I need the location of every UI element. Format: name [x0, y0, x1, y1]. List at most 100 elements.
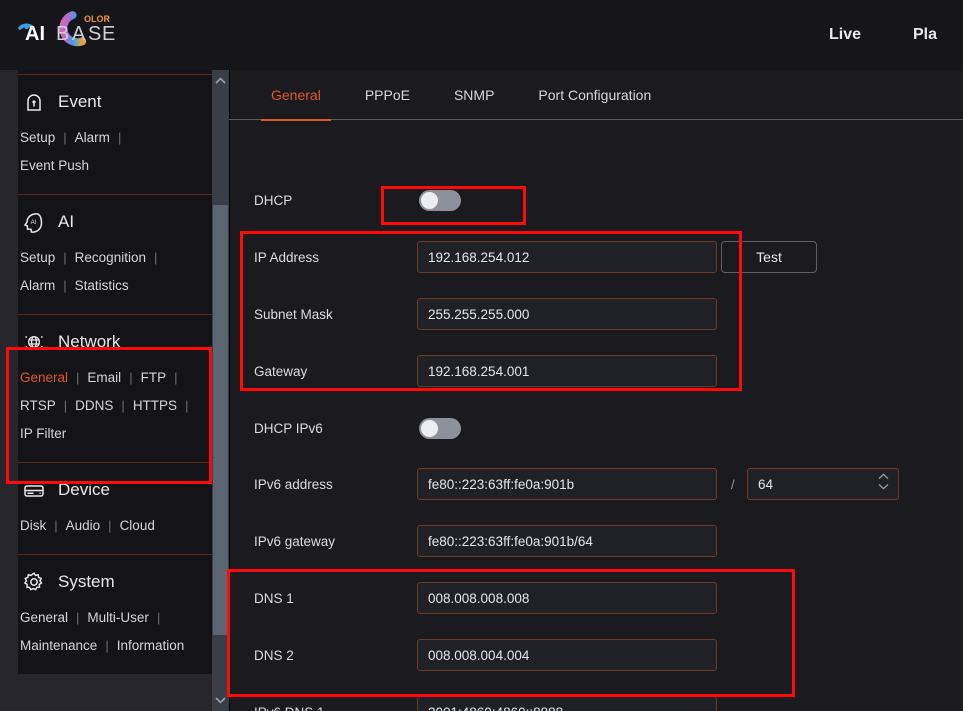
sidebar-sublinks-event: Setup | Alarm | Event Push: [18, 124, 212, 194]
sidebar-group-header-system[interactable]: System: [18, 555, 212, 604]
sidebar-item-device-cloud[interactable]: Cloud: [120, 512, 155, 540]
sidebar-sublink-row: Setup | Recognition |: [20, 244, 212, 272]
input-dns2[interactable]: 008.008.004.004: [417, 639, 717, 671]
sidebar-item-device-disk[interactable]: Disk: [20, 512, 46, 540]
label-gateway: Gateway: [254, 363, 308, 379]
sidebar-group-title: AI: [58, 212, 75, 231]
separator-pipe: |: [63, 130, 67, 145]
sidebar-item-system-information[interactable]: Information: [117, 632, 185, 660]
toggle-dhcp-ipv6[interactable]: [419, 417, 461, 439]
sidebar-group-title: Device: [58, 480, 110, 499]
label-ipv6-gateway: IPv6 gateway: [254, 533, 336, 549]
input-ipv6-prefix-length[interactable]: 64: [747, 468, 899, 500]
separator-pipe: |: [108, 518, 112, 533]
toggle-knob: [421, 191, 438, 209]
sidebar-group-device: Device Disk | Audio | Cloud: [18, 463, 212, 554]
field-row-subnet-mask: Subnet Mask 255.255.255.000: [229, 298, 963, 330]
sidebar-item-ai-recognition[interactable]: Recognition: [75, 244, 146, 272]
tab-port-configuration[interactable]: Port Configuration: [516, 70, 673, 120]
input-ipv6-address[interactable]: fe80::223:63ff:fe0a:901b: [417, 468, 717, 500]
input-ipv6-gateway[interactable]: fe80::223:63ff:fe0a:901b/64: [417, 525, 717, 557]
separator-pipe: |: [63, 398, 68, 413]
sidebar-item-system-general[interactable]: General: [20, 604, 68, 632]
app-header: AI B A S E OLOR Live Pla: [0, 0, 963, 70]
field-row-dhcp: DHCP: [229, 184, 963, 216]
sidebar-group-header-device[interactable]: Device: [18, 463, 212, 512]
nav-link-live[interactable]: Live: [803, 26, 887, 44]
sidebar-item-ai-alarm[interactable]: Alarm: [20, 272, 55, 300]
sidebar: Encode | Record | Capture Event: [0, 70, 232, 711]
sidebar-sublink-row: Maintenance | Information: [20, 632, 212, 660]
sidebar-item-network-https[interactable]: HTTPS: [133, 392, 177, 420]
sidebar-item-event-push[interactable]: Event Push: [20, 152, 89, 180]
svg-text:A: A: [72, 23, 86, 45]
label-dhcp-ipv6: DHCP IPv6: [254, 420, 323, 436]
ipv6-prefix-value: 64: [758, 476, 774, 492]
svg-text:AI: AI: [31, 220, 37, 226]
nav-link-playback[interactable]: Pla: [887, 26, 963, 44]
input-ip-address[interactable]: 192.168.254.012: [417, 241, 717, 273]
sidebar-item-device-audio[interactable]: Audio: [66, 512, 101, 540]
sidebar-group-header-event[interactable]: Event: [18, 75, 212, 124]
separator-pipe: |: [121, 398, 125, 413]
toggle-dhcp[interactable]: [419, 189, 461, 211]
separator-pipe: |: [105, 638, 109, 653]
sidebar-item-network-rtsp[interactable]: RTSP: [20, 392, 56, 420]
sidebar-item-network-ddns[interactable]: DDNS: [75, 392, 113, 420]
sidebar-group-event: Event Setup | Alarm | Event Push: [18, 75, 212, 194]
header-nav: Live Pla: [803, 0, 963, 70]
sidebar-sublinks-system: General | Multi-User | Maintenance | Inf…: [18, 604, 212, 674]
sidebar-group-title: Network: [58, 332, 121, 351]
sidebar-sublink-row: RTSP | DDNS | HTTPS |: [20, 392, 212, 420]
scroll-up-icon[interactable]: [212, 70, 229, 92]
sidebar-group-header-network[interactable]: Network: [18, 315, 212, 364]
sidebar-item-network-ip-filter[interactable]: IP Filter: [20, 420, 66, 448]
sidebar-item-ai-statistics[interactable]: Statistics: [75, 272, 129, 300]
tab-pppoe[interactable]: PPPoE: [343, 70, 432, 120]
scrollbar-thumb[interactable]: [213, 205, 228, 635]
stepper-chevrons[interactable]: [878, 473, 889, 490]
sidebar-group-ai: AI AI Setup | Recognition | Alarm | Stat…: [18, 195, 212, 314]
separator-pipe: |: [76, 370, 80, 385]
field-row-dns1: DNS 1 008.008.008.008: [229, 582, 963, 614]
field-row-ipv6-address: IPv6 address fe80::223:63ff:fe0a:901b / …: [229, 468, 963, 500]
label-dns2: DNS 2: [254, 647, 294, 663]
separator-pipe: |: [54, 518, 58, 533]
input-gateway[interactable]: 192.168.254.001: [417, 355, 717, 387]
sidebar-item-event-setup[interactable]: Setup: [20, 124, 55, 152]
input-subnet-mask[interactable]: 255.255.255.000: [417, 298, 717, 330]
app-root: AI B A S E OLOR Live Pla Encode | Record…: [0, 0, 963, 711]
input-ipv6-dns1[interactable]: 2001:4860:4860::8888: [417, 696, 717, 711]
sidebar-sublinks-network: General | Email | FTP | RTSP | DDNS | HT…: [18, 364, 212, 462]
aibase-logo[interactable]: AI B A S E OLOR: [12, 8, 122, 56]
sidebar-sublinks-ai: Setup | Recognition | Alarm | Statistics: [18, 244, 212, 314]
sidebar-group-system: System General | Multi-User | Maintenanc…: [18, 555, 212, 674]
sidebar-group-network: Network General | Email | FTP | RTSP | D…: [18, 315, 212, 462]
alarm-light-icon: [22, 90, 46, 114]
field-row-ipv6-dns1: IPv6 DNS 1 2001:4860:4860::8888: [229, 696, 963, 711]
scroll-down-icon[interactable]: [212, 689, 229, 711]
sidebar-menu: Encode | Record | Capture Event: [18, 70, 212, 674]
sidebar-item-system-maintenance[interactable]: Maintenance: [20, 632, 97, 660]
sidebar-item-system-multi-user[interactable]: Multi-User: [87, 604, 149, 632]
label-dns1: DNS 1: [254, 590, 294, 606]
ai-head-icon: AI: [22, 210, 46, 234]
sidebar-item-event-alarm[interactable]: Alarm: [75, 124, 110, 152]
sidebar-item-ai-setup[interactable]: Setup: [20, 244, 55, 272]
sidebar-sublink-row: Disk | Audio | Cloud: [20, 512, 212, 540]
label-ipv6-dns1: IPv6 DNS 1: [254, 705, 325, 711]
separator-pipe: |: [63, 278, 67, 293]
sidebar-item-network-email[interactable]: Email: [87, 364, 121, 392]
input-dns1[interactable]: 008.008.008.008: [417, 582, 717, 614]
label-ip-address: IP Address: [254, 249, 320, 265]
separator-pipe: |: [185, 398, 189, 413]
svg-text:OLOR: OLOR: [84, 14, 110, 24]
tab-general[interactable]: General: [249, 70, 343, 121]
sidebar-scrollbar[interactable]: [212, 70, 229, 711]
sidebar-group-title: Event: [58, 92, 102, 111]
tab-snmp[interactable]: SNMP: [432, 70, 516, 120]
test-button[interactable]: Test: [721, 241, 817, 273]
sidebar-item-network-ftp[interactable]: FTP: [141, 364, 167, 392]
sidebar-group-header-ai[interactable]: AI AI: [18, 195, 212, 244]
sidebar-item-network-general[interactable]: General: [20, 364, 68, 392]
